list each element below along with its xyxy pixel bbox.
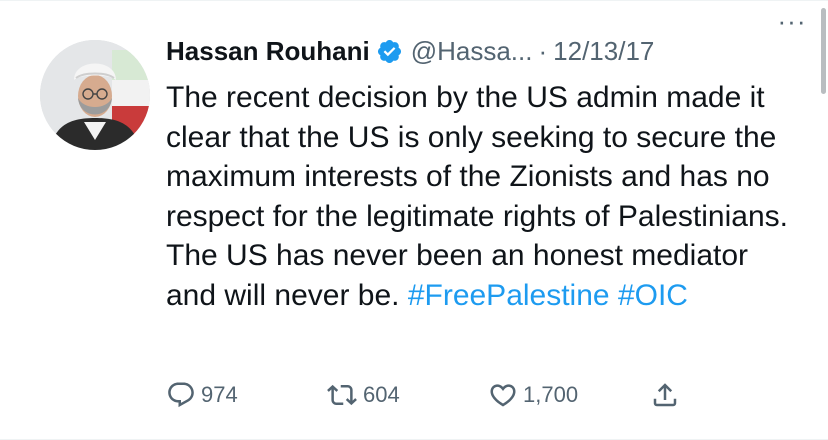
more-label: ··· <box>777 6 807 36</box>
share-button[interactable] <box>650 375 680 415</box>
scroll-thumb[interactable] <box>821 8 826 94</box>
reply-icon <box>168 382 194 408</box>
retweet-count: 604 <box>363 382 400 407</box>
tweet[interactable]: Hassan Rouhani @Hassa... · 12/13/17 ··· … <box>0 0 828 440</box>
heart-icon <box>490 384 516 407</box>
retweet-icon <box>327 384 357 406</box>
retweet-button[interactable]: 604 <box>326 375 400 415</box>
tweet-actions: 974 604 1,700 <box>166 375 696 415</box>
author-handle[interactable]: @Hassa... <box>411 36 533 67</box>
profile-photo <box>40 40 150 150</box>
tweet-date[interactable]: 12/13/17 <box>553 36 654 67</box>
share-icon <box>653 383 677 407</box>
separator-dot: · <box>538 35 548 66</box>
tweet-text: The recent decision by the US admin made… <box>166 78 806 315</box>
tweet-header: Hassan Rouhani @Hassa... · 12/13/17 <box>166 30 806 72</box>
hashtag-freepalestine[interactable]: #FreePalestine <box>408 279 610 312</box>
like-count: 1,700 <box>523 382 579 407</box>
verified-badge-icon <box>376 38 403 65</box>
scrollbar[interactable] <box>819 0 828 440</box>
hashtag-oic[interactable]: #OIC <box>618 279 688 312</box>
reply-count: 974 <box>201 382 238 407</box>
display-name[interactable]: Hassan Rouhani <box>166 36 370 67</box>
more-options-icon[interactable]: ··· <box>776 8 808 34</box>
avatar[interactable] <box>40 40 150 150</box>
tweet-text-main: The recent decision by the US admin made… <box>166 81 788 312</box>
reply-button[interactable]: 974 <box>166 375 238 415</box>
like-button[interactable]: 1,700 <box>488 375 578 415</box>
